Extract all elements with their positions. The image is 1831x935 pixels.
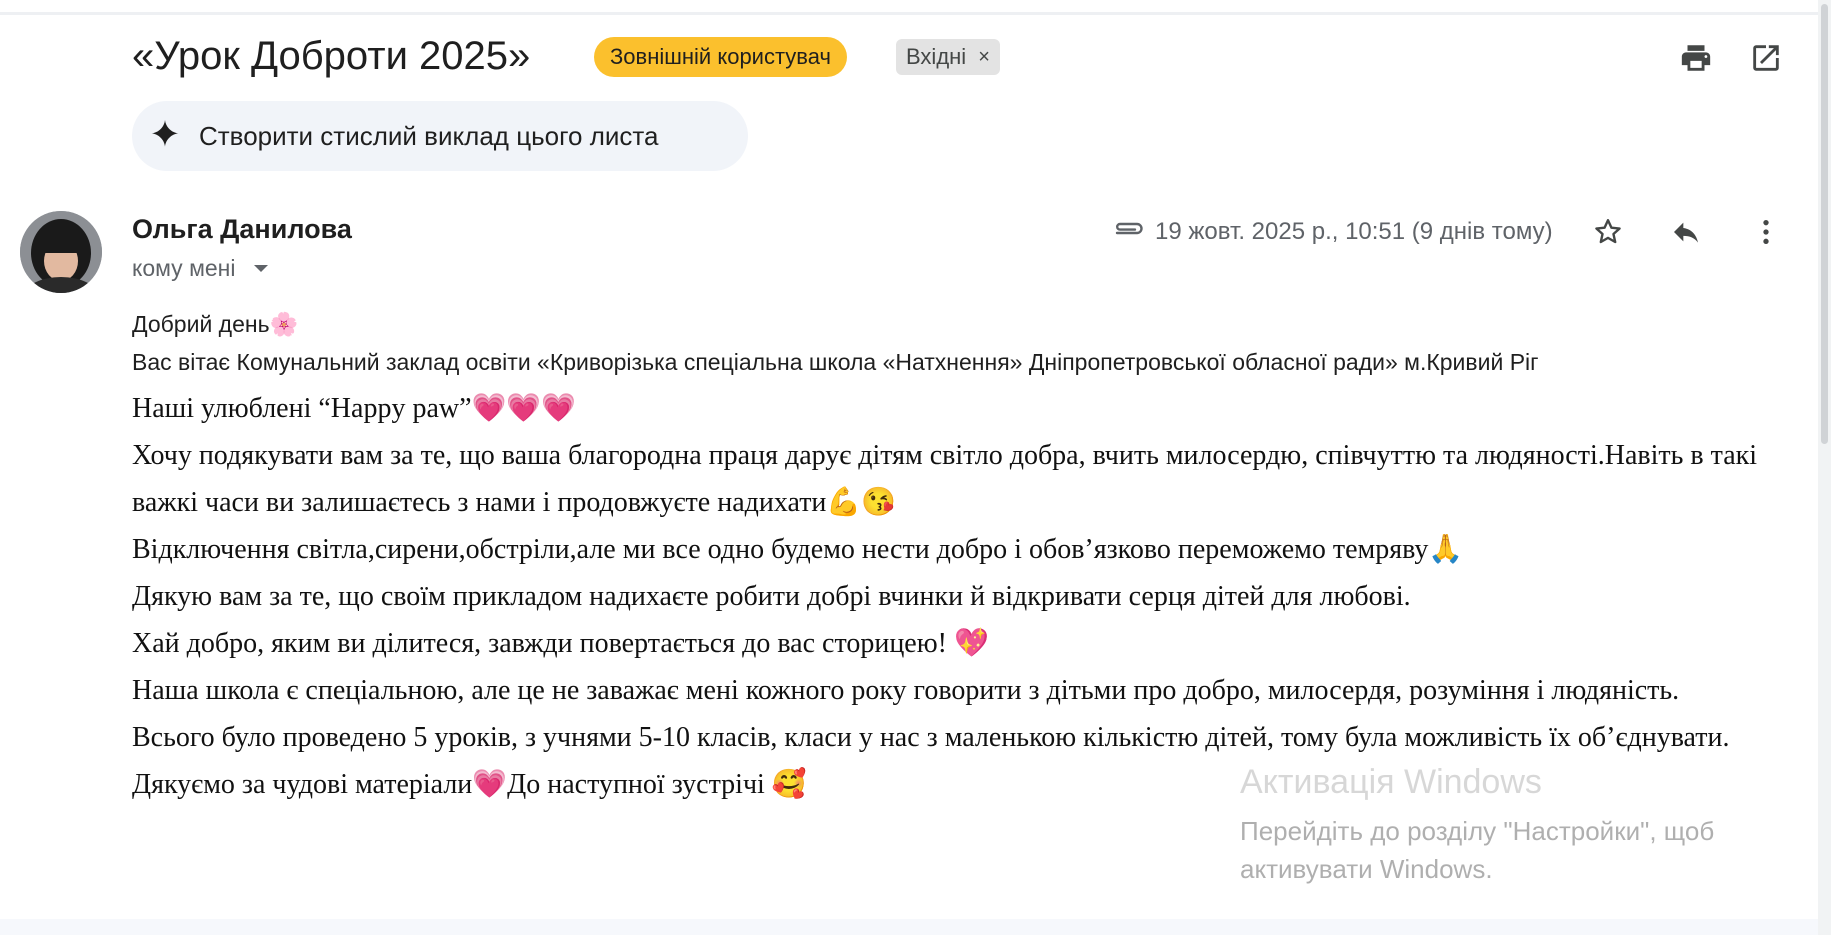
external-user-badge: Зовнішній користувач <box>594 37 847 77</box>
inbox-label-text: Вхідні <box>906 44 967 69</box>
body-line: Дякую вам за те, що своїм прикладом нади… <box>132 581 1411 612</box>
sender-avatar[interactable] <box>20 211 102 293</box>
recipient-text: кому мені <box>132 255 236 281</box>
body-line: Наші улюблені “Happy paw”💗💗💗 <box>132 393 577 424</box>
open-in-new-window-icon[interactable] <box>1746 38 1786 78</box>
sender-name[interactable]: Ольга Данилова <box>132 214 352 245</box>
reply-icon[interactable] <box>1666 212 1706 252</box>
inbox-label-chip[interactable]: Вхідні × <box>896 39 1000 75</box>
sparkle-icon <box>149 118 181 155</box>
scrollbar-thumb[interactable] <box>1821 4 1828 444</box>
email-subject: «Урок Доброти 2025» <box>132 34 531 78</box>
email-meta: 19 жовт. 2025 р., 10:51 (9 днів тому) <box>1111 214 1553 250</box>
windows-activation-title: Активація Windows <box>1240 763 1542 801</box>
body-greeting: Добрий день🌸 <box>132 311 299 337</box>
body-line: Хай добро, яким ви ділитеся, завжди пове… <box>132 628 989 659</box>
more-vert-icon[interactable] <box>1746 212 1786 252</box>
body-line: Хочу подякувати вам за те, що ваша благо… <box>132 440 1758 518</box>
body-line: Відключення світла,сирени,обстріли,але м… <box>132 534 1464 565</box>
windows-activation-message: Перейдіть до розділу "Настройки", щоб ак… <box>1240 812 1714 888</box>
vertical-scrollbar[interactable] <box>1818 0 1831 935</box>
chevron-down-icon <box>253 265 268 272</box>
top-divider <box>0 12 1818 15</box>
email-body: Наші улюблені “Happy paw”💗💗💗 Хочу подяку… <box>132 385 1772 808</box>
email-date: 19 жовт. 2025 р., 10:51 (9 днів тому) <box>1155 218 1553 245</box>
body-line: Наша школа є спеціальною, але це не зава… <box>132 675 1680 706</box>
windows-activation-line: активувати Windows. <box>1240 854 1493 884</box>
summarize-email-button[interactable]: Створити стислий виклад цього листа <box>132 101 748 171</box>
remove-label-icon[interactable]: × <box>978 39 990 75</box>
body-line: Всього було проведено 5 уроків, з учнями… <box>132 722 1730 753</box>
star-icon[interactable] <box>1588 212 1628 252</box>
body-intro: Вас вітає Комунальний заклад освіти «Кри… <box>132 349 1539 375</box>
summarize-email-label: Створити стислий виклад цього листа <box>199 120 659 151</box>
print-icon[interactable] <box>1676 38 1716 78</box>
recipient-details-toggle[interactable]: кому мені <box>132 255 268 282</box>
paperclip-icon <box>1111 218 1145 246</box>
email-view: «Урок Доброти 2025» Зовнішній користувач… <box>0 0 1818 919</box>
windows-activation-line: Перейдіть до розділу "Настройки", щоб <box>1240 816 1715 846</box>
